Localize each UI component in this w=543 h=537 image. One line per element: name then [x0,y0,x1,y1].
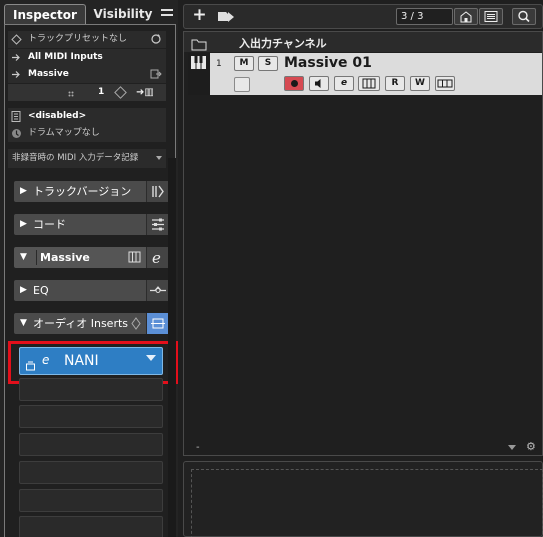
output-arrow-icon [11,69,22,80]
section-label: トラックバージョン [33,185,132,198]
inspector-panel: Inspector Visibility トラックプリセットなし All MID… [0,0,178,537]
input-arrow-icon [11,52,22,63]
collapse-triangle-icon: ▼ [20,252,27,262]
instrument-track-icon [188,53,210,95]
section-label: Massive [40,251,90,264]
chevron-down-icon[interactable] [508,445,516,450]
drum-map-label: ドラムマップなし [28,128,100,138]
solo-button[interactable]: S [258,56,278,71]
edit-instrument-button[interactable]: e [146,247,168,268]
expand-triangle-icon: ▶ [20,219,27,229]
refresh-icon[interactable] [150,33,162,45]
tracklist-toolbar: + 3 / 3 [183,4,543,29]
list-view-icon[interactable] [479,8,503,25]
section-audio-inserts[interactable]: ▼ オーディオ Inserts [14,313,168,334]
home-icon[interactable] [454,8,478,25]
section-track-versions[interactable]: ▶ トラックバージョン [14,181,168,202]
versions-icon[interactable] [146,181,168,202]
midi-input-label: All MIDI Inputs [28,52,103,62]
inspector-scrollbar[interactable] [168,158,176,537]
chord-settings-icon[interactable] [146,214,168,235]
track-row[interactable]: 1 M S Massive 01 e R W [188,53,542,95]
insert-slot-empty[interactable] [19,489,163,512]
midi-output-label: Massive [28,69,69,79]
drum-map-icon [11,128,22,139]
zoom-label: - [196,442,200,453]
chevron-down-icon [156,156,162,160]
insert-slot-empty[interactable] [19,461,163,484]
track-preset-row[interactable]: トラックプリセットなし [8,31,166,48]
drum-map-row[interactable]: ドラムマップなし [8,125,166,142]
tab-inspector[interactable]: Inspector [4,4,86,24]
track-select-checkbox[interactable] [234,77,250,92]
monitor-button[interactable] [309,76,329,91]
edit-plugin-icon[interactable]: e [42,353,49,367]
keyboard-icon[interactable] [126,247,144,268]
track-name[interactable]: Massive 01 [284,55,372,71]
write-automation-button[interactable]: W [410,76,430,91]
midi-output-row[interactable]: Massive [8,66,166,83]
eq-curve-icon[interactable] [146,280,168,301]
record-mode-dropdown[interactable]: 非録音時の MIDI 入力データ記録 [8,149,166,168]
bypass-diamond-icon[interactable] [128,313,144,334]
track-list: 入出力チャンネル 1 M S Massive 01 e R W - ⚙ [183,31,543,456]
grid-dots-icon [68,89,76,97]
read-automation-button[interactable]: R [385,76,405,91]
track-counter: 3 / 3 [396,8,453,25]
expand-triangle-icon: ▶ [20,285,27,295]
section-instrument[interactable]: ▼ Massive e [14,247,168,268]
search-icon[interactable] [512,8,536,25]
gear-icon[interactable]: ⚙ [526,440,536,453]
insert-slot-empty[interactable] [19,433,163,456]
program-value: <disabled> [28,111,87,121]
folder-title: 入出力チャンネル [239,37,327,50]
inserts-rack-icon[interactable] [146,313,168,334]
section-divider [36,250,37,265]
expand-triangle-icon: ▶ [20,186,27,196]
folder-icon [191,36,207,51]
record-enable-button[interactable] [284,76,304,91]
track-number: 1 [216,59,222,69]
add-track-button[interactable]: + [190,7,209,25]
section-label: コード [33,218,66,231]
add-track-type-icon[interactable] [215,8,237,25]
preset-icon [11,34,22,45]
program-list-icon [11,111,22,122]
tab-visibility[interactable]: Visibility [88,4,158,24]
mute-button[interactable]: M [234,56,254,71]
output-routing-icon[interactable] [150,68,162,80]
channel-diamond-icon [114,86,127,99]
svg-text:e: e [152,249,161,267]
lower-zone [183,461,543,537]
collapse-triangle-icon: ▼ [20,318,27,328]
menu-icon[interactable] [161,7,174,21]
chevron-down-icon[interactable] [146,355,156,361]
insert-slot-1[interactable]: e NANI [19,347,163,375]
keyboard-icon[interactable] [358,76,380,91]
edit-instrument-icon[interactable]: ➜▥ [136,84,154,101]
insert-plugin-name: NANI [64,353,99,369]
insert-slot-empty[interactable] [19,378,163,401]
edit-instrument-icon[interactable]: e [334,76,354,91]
insert-slot-empty[interactable] [19,516,163,537]
section-label: EQ [33,284,49,297]
section-eq[interactable]: ▶ EQ [14,280,168,301]
section-chords[interactable]: ▶ コード [14,214,168,235]
app-window: Inspector Visibility トラックプリセットなし All MID… [0,0,543,537]
program-row[interactable]: <disabled> [8,108,166,125]
insert-slot-empty[interactable] [19,405,163,428]
power-icon[interactable] [26,356,35,371]
io-channels-folder-row[interactable]: 入出力チャンネル [184,32,542,52]
drop-area[interactable] [191,469,543,537]
record-mode-label: 非録音時の MIDI 入力データ記録 [12,153,139,163]
midi-channel-value[interactable]: 1 [98,84,104,101]
midi-input-row[interactable]: All MIDI Inputs [8,49,166,66]
track-preset-label: トラックプリセットなし [28,34,128,44]
inspector-tabs: Inspector Visibility [4,4,176,24]
section-label: オーディオ Inserts [33,317,129,330]
channel-row[interactable]: 1 ➜▥ [8,84,166,101]
lanes-icon[interactable] [435,76,455,91]
